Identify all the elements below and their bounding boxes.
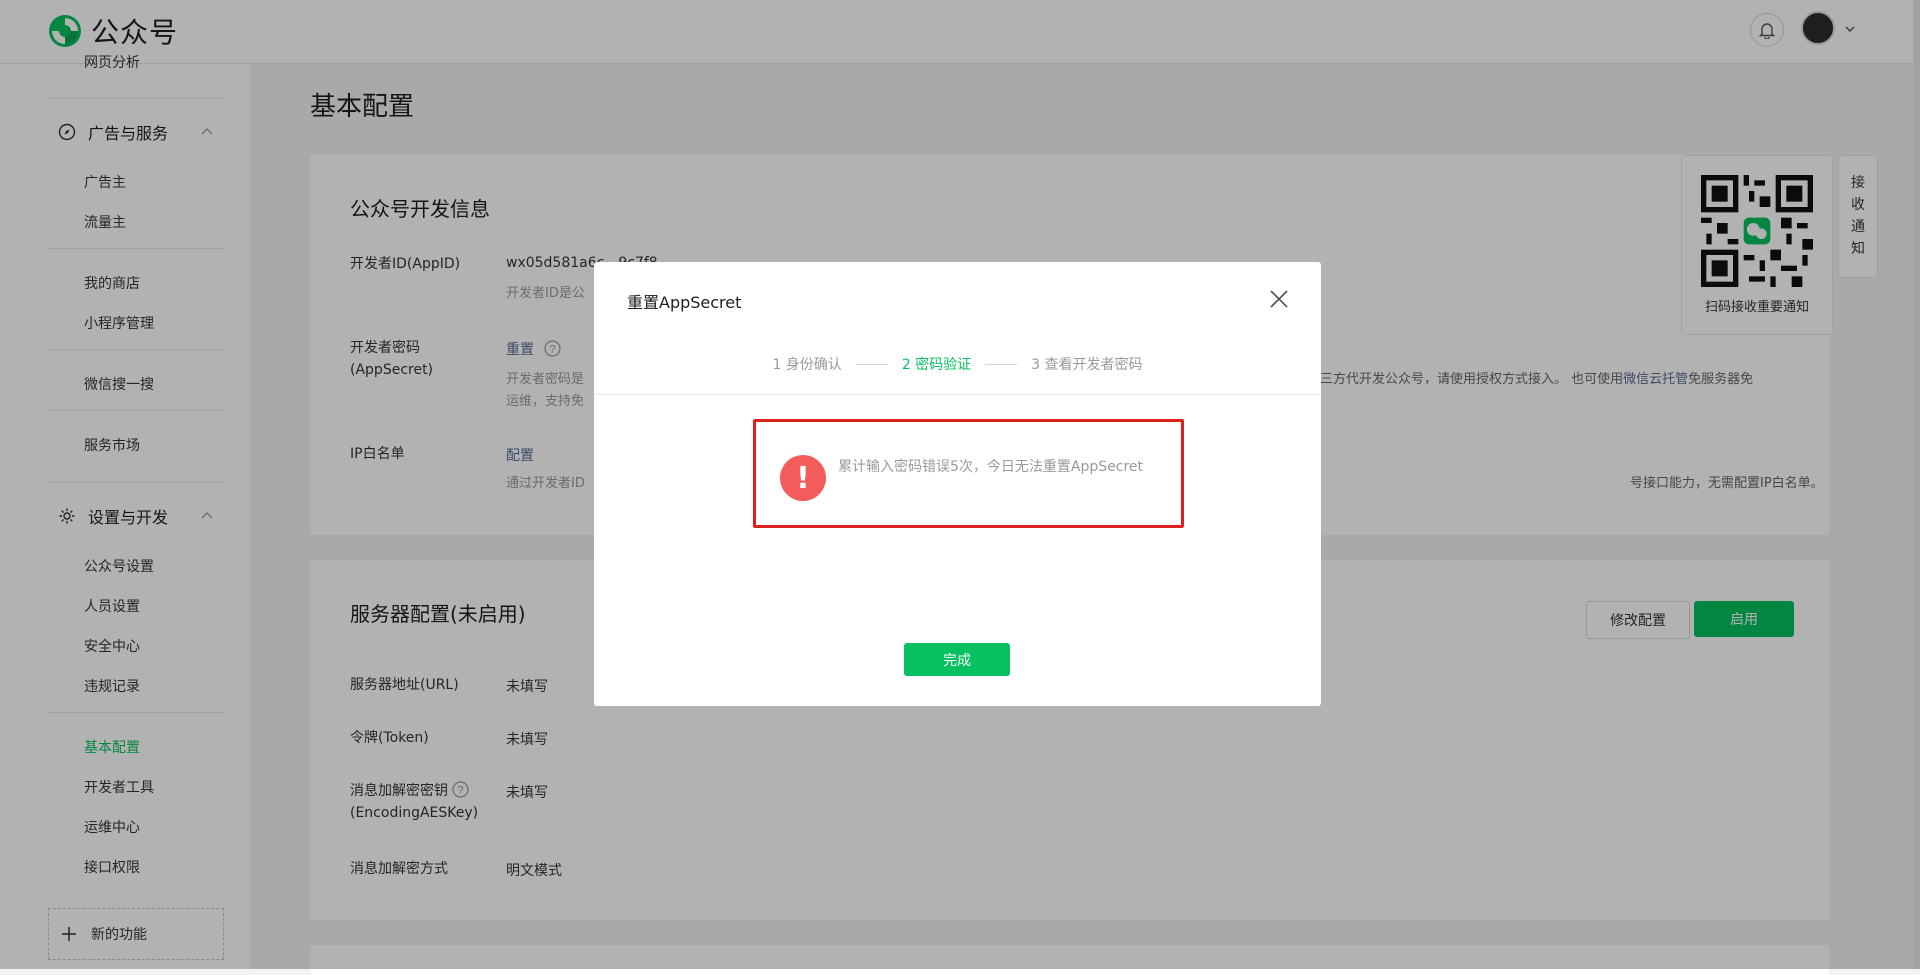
step-view-secret: 3 查看开发者密码 [1031,357,1143,373]
close-icon[interactable] [1267,287,1291,311]
exclamation-icon: ! [780,455,826,501]
step-password: 2 密码验证 [901,357,972,373]
dialog-title: 重置AppSecret [627,293,742,312]
done-button[interactable]: 完成 [904,643,1010,676]
error-message: 累计输入密码错误5次，今日无法重置AppSecret [838,459,1144,475]
step-indicator: 1 身份确认 2 密码验证 3 查看开发者密码 [594,354,1321,374]
step-identity: 1 身份确认 [772,357,842,373]
step-separator [855,363,888,365]
reset-appsecret-dialog: 重置AppSecret 1 身份确认 2 密码验证 3 查看开发者密码 ! 累计… [594,262,1321,706]
dialog-divider [594,394,1321,395]
step-separator [985,363,1018,365]
error-message-box: ! 累计输入密码错误5次，今日无法重置AppSecret [753,419,1184,528]
